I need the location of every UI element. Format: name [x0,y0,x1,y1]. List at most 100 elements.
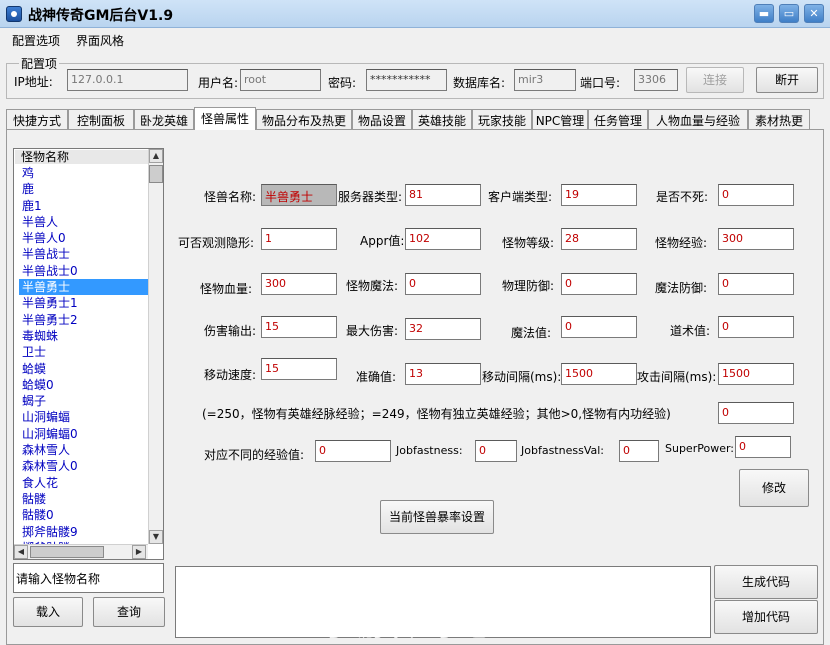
scroll-up-icon[interactable]: ▲ [149,149,163,163]
exp-field[interactable]: 300 [718,228,794,250]
scroll-down-icon[interactable]: ▼ [149,530,163,544]
appr-field[interactable]: 102 [405,228,481,250]
server-type-label: 服务器类型: [338,190,403,204]
maximize-button[interactable]: ▭ [779,4,799,23]
close-button[interactable]: ✕ [804,4,824,23]
monster-list-item[interactable]: 森林雪人 [19,442,149,458]
user-field[interactable]: root [240,69,321,91]
tab-shortcuts[interactable]: 快捷方式 [6,109,68,129]
monster-list-item[interactable]: 半兽勇士 [19,279,149,296]
superpower-label: SuperPower: [665,442,734,455]
connect-button[interactable]: 连接 [686,67,744,93]
accuracy-field[interactable]: 13 [405,363,481,385]
monster-list-item[interactable]: 半兽勇士2 [19,312,149,328]
server-type-field[interactable]: 81 [405,184,481,206]
tab-strip: 快捷方式 控制面板 卧龙英雄 怪兽属性 物品分布及热更 物品设置 英雄技能 玩家… [6,107,816,130]
jobfastness-field[interactable]: 0 [475,440,517,462]
tab-npc-management[interactable]: NPC管理 [532,109,588,129]
tab-hero-skills[interactable]: 英雄技能 [412,109,472,129]
monster-search-input[interactable]: 请输入怪物名称 [13,563,164,593]
max-damage-field[interactable]: 32 [405,318,481,340]
monster-list-item[interactable]: 鸡 [19,165,149,181]
monster-name-field[interactable]: 半兽勇士 [261,184,337,206]
damage-field[interactable]: 15 [261,316,337,338]
query-button[interactable]: 查询 [93,597,165,627]
magic-defense-label: 魔法防御: [655,281,708,295]
monster-list-item[interactable]: 半兽勇士1 [19,295,149,311]
level-field[interactable]: 28 [561,228,637,250]
exp-type-field[interactable]: 0 [718,402,794,424]
scroll-left-icon[interactable]: ◀ [14,545,28,559]
scroll-thumb[interactable] [149,165,163,183]
tab-monster-distribution[interactable]: 物品分布及热更 [256,109,352,129]
tab-control-panel[interactable]: 控制面板 [68,109,134,129]
hp-label: 怪物血量: [200,282,253,296]
monster-list-item[interactable]: 骷髅 [19,491,149,507]
attack-interval-field[interactable]: 1500 [718,363,794,385]
client-type-field[interactable]: 19 [561,184,637,206]
tab-item-settings[interactable]: 物品设置 [352,109,412,129]
monster-list-item[interactable]: 半兽战士 [19,246,149,262]
monster-list-item[interactable]: 半兽战士0 [19,263,149,279]
monster-list-item[interactable]: 半兽人 [19,214,149,230]
generate-code-button[interactable]: 生成代码 [714,565,818,599]
add-code-button[interactable]: 增加代码 [714,600,818,634]
monster-list-item[interactable]: 掷斧骷髅9 [19,524,149,540]
superpower-field[interactable]: 0 [735,436,791,458]
exp-type-note: (=250，怪物有英雄经脉经验；=249，怪物有独立英雄经验；其他>0,怪物有内… [202,407,671,421]
db-field[interactable]: mir3 [514,69,576,91]
tab-monster-attributes[interactable]: 怪兽属性 [194,107,256,130]
move-speed-field[interactable]: 15 [261,358,337,380]
list-vertical-scrollbar[interactable]: ▲ ▼ [148,149,163,544]
undead-field[interactable]: 0 [718,184,794,206]
monster-list-item[interactable]: 骷髅0 [19,507,149,523]
monster-list-item[interactable]: 蝎子 [19,393,149,409]
monster-list-item[interactable]: 山洞蝙蝠 [19,409,149,425]
modify-button[interactable]: 修改 [739,469,809,507]
monster-list-item[interactable]: 毒蜘蛛 [19,328,149,344]
monster-list-item[interactable]: 半兽人0 [19,230,149,246]
monster-list-item[interactable]: 山洞蝙蝠0 [19,426,149,442]
move-interval-field[interactable]: 1500 [561,363,637,385]
stealth-field[interactable]: 1 [261,228,337,250]
drop-rate-settings-button[interactable]: 当前怪兽暴率设置 [380,500,494,534]
monster-list-items: 鸡鹿鹿1 半兽人 半兽人0 半兽战士 半兽战士0 半兽勇士 半兽勇士1 半兽勇士2 毒蜘蛛 卫士蛤… [19,165,149,556]
magic-value-field[interactable]: 0 [561,316,637,338]
tab-hp-exp[interactable]: 人物血量与经验 [648,109,748,129]
hscroll-thumb[interactable] [30,546,104,558]
menu-config[interactable]: 配置选项 [12,32,60,49]
port-field[interactable]: 3306 [634,69,678,91]
damage-label: 伤害输出: [204,324,257,338]
taoism-field[interactable]: 0 [718,316,794,338]
minimize-button[interactable]: ▬ [754,4,774,23]
tab-player-skills[interactable]: 玩家技能 [472,109,532,129]
mp-field[interactable]: 0 [405,273,481,295]
monster-list-item[interactable]: 鹿 [19,181,149,197]
scroll-right-icon[interactable]: ▶ [132,545,146,559]
tab-asset-hotupdate[interactable]: 素材热更 [748,109,810,129]
monster-list-item[interactable]: 鹿1 [19,198,149,214]
menu-style[interactable]: 界面风格 [76,32,124,49]
hp-field[interactable]: 300 [261,273,337,295]
disconnect-button[interactable]: 断开 [756,67,818,93]
tab-wolong-hero[interactable]: 卧龙英雄 [134,109,194,129]
monster-list-item[interactable]: 蛤蟆0 [19,377,149,393]
password-field[interactable]: *********** [366,69,447,91]
list-horizontal-scrollbar[interactable]: ◀ ▶ [14,544,148,559]
monster-list-item[interactable]: 食人花 [19,475,149,491]
ip-field[interactable]: 127.0.0.1 [67,69,188,91]
monster-list-header: 怪物名称 [15,150,148,164]
diff-exp-field[interactable]: 0 [315,440,391,462]
mp-label: 怪物魔法: [346,279,399,293]
monster-list-item[interactable]: 森林雪人0 [19,458,149,474]
tab-quest-management[interactable]: 任务管理 [588,109,648,129]
taoism-label: 道术值: [670,324,711,338]
physical-defense-field[interactable]: 0 [561,273,637,295]
monster-list-item[interactable]: 蛤蟆 [19,361,149,377]
load-button[interactable]: 载入 [13,597,83,627]
magic-defense-field[interactable]: 0 [718,273,794,295]
monster-list-item[interactable]: 卫士 [19,344,149,360]
jobfastnessval-field[interactable]: 0 [619,440,659,462]
menu-bar: 配置选项 界面风格 [0,30,830,50]
monster-list[interactable]: 怪物名称 鸡鹿鹿1 半兽人 半兽人0 半兽战士 半兽战士0 半兽勇士 半兽勇士1 半兽勇士2 毒… [13,148,164,560]
